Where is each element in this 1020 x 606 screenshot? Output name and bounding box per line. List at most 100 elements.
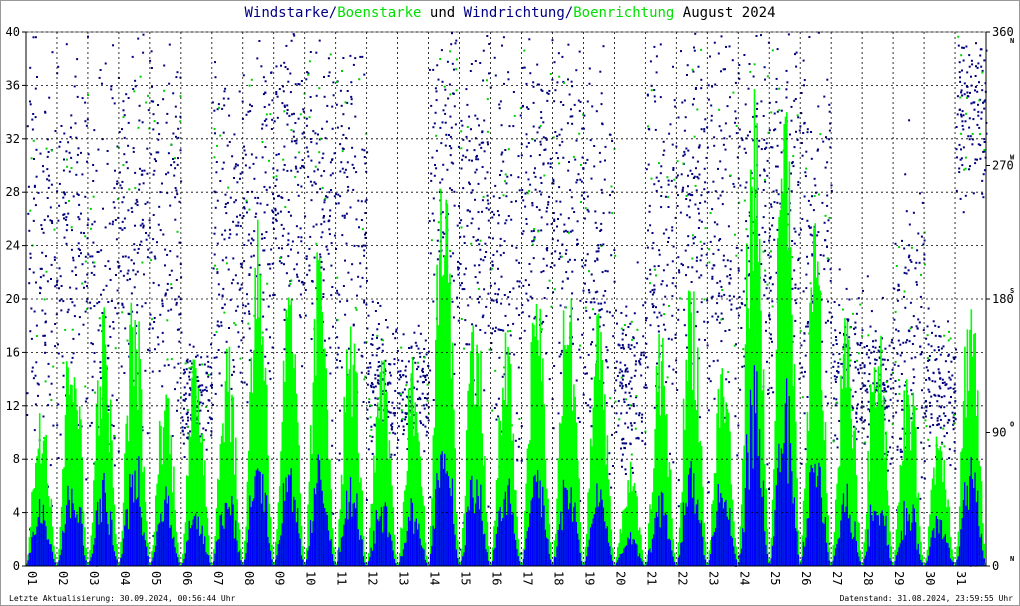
gust-direction-point	[455, 68, 458, 71]
wind-direction-point	[956, 113, 959, 116]
wind-direction-point	[938, 395, 941, 398]
wind-direction-point	[857, 430, 860, 433]
wind-direction-point	[429, 252, 432, 255]
wind-direction-point	[645, 317, 648, 320]
wind-direction-point	[64, 201, 67, 204]
wind-direction-point	[687, 174, 689, 177]
wind-direction-point	[667, 206, 670, 208]
wind-direction-point	[426, 416, 429, 419]
wind-direction-point	[604, 269, 607, 272]
wind-direction-point	[553, 365, 556, 367]
wind-direction-point	[732, 182, 735, 185]
wind-direction-point	[174, 388, 176, 391]
wind-direction-point	[318, 161, 321, 164]
wind-direction-point	[640, 354, 643, 357]
gust-direction-point	[618, 418, 621, 421]
wind-direction-point	[767, 392, 769, 395]
wind-direction-point	[862, 427, 865, 430]
wind-direction-point	[237, 221, 240, 224]
gust-direction-point	[526, 192, 529, 195]
wind-direction-point	[677, 479, 680, 482]
wind-direction-point	[475, 168, 478, 171]
wind-direction-point	[965, 45, 968, 48]
wind-direction-point	[218, 372, 221, 375]
wind-direction-point	[622, 437, 625, 440]
wind-direction-point	[743, 147, 746, 150]
wind-direction-point	[939, 387, 942, 390]
wind-direction-point	[71, 356, 74, 359]
wind-direction-point	[189, 430, 192, 433]
wind-direction-point	[766, 360, 768, 363]
wind-direction-point	[711, 277, 714, 280]
wind-direction-point	[142, 226, 145, 229]
wind-direction-point	[500, 329, 503, 331]
wind-direction-point	[156, 122, 159, 125]
wind-direction-point	[903, 271, 906, 274]
wind-direction-point	[214, 132, 216, 135]
wind-direction-point	[629, 322, 632, 325]
gust-direction-point	[151, 318, 153, 321]
wind-direction-point	[329, 372, 332, 375]
wind-direction-point	[811, 195, 813, 198]
wind-direction-point	[359, 262, 362, 265]
wind-direction-point	[711, 208, 714, 211]
gust-direction-point	[567, 231, 570, 234]
wind-direction-point	[400, 420, 403, 423]
wind-direction-point	[958, 108, 961, 111]
wind-direction-point	[386, 326, 389, 329]
wind-direction-point	[908, 223, 911, 226]
gust-direction-point	[381, 339, 384, 342]
wind-direction-point	[301, 159, 304, 161]
wind-direction-point	[151, 85, 153, 88]
wind-direction-point	[432, 68, 435, 71]
wind-direction-point	[346, 299, 349, 302]
wind-direction-point	[728, 274, 731, 276]
wind-direction-point	[288, 284, 291, 287]
wind-direction-point	[525, 82, 528, 85]
gust-direction-point	[298, 151, 301, 154]
wind-direction-point	[70, 126, 72, 129]
wind-direction-point	[231, 373, 233, 376]
wind-direction-point	[932, 320, 935, 323]
wind-direction-point	[203, 363, 206, 366]
wind-direction-point	[484, 242, 487, 245]
gust-direction-point	[584, 306, 587, 309]
wind-direction-point	[677, 308, 680, 311]
wind-direction-point	[619, 368, 622, 371]
wind-direction-point	[333, 152, 336, 155]
wind-direction-point	[284, 66, 287, 68]
wind-direction-point	[930, 395, 933, 398]
wind-direction-point	[92, 164, 95, 166]
gust-direction-point	[540, 328, 543, 331]
wind-direction-point	[410, 345, 413, 348]
wind-direction-point	[811, 234, 814, 237]
gust-direction-point	[548, 279, 551, 282]
wind-direction-point	[330, 189, 332, 191]
wind-direction-point	[827, 319, 829, 322]
wind-direction-point	[671, 314, 674, 317]
wind-direction-point	[452, 316, 455, 319]
gust-direction-point	[978, 99, 981, 102]
wind-direction-point	[121, 128, 123, 131]
wind-direction-point	[685, 147, 688, 150]
wind-direction-point	[89, 424, 92, 427]
wind-direction-point	[968, 138, 971, 141]
wind-direction-point	[436, 258, 439, 261]
wind-direction-point	[584, 162, 587, 165]
wind-direction-point	[594, 260, 597, 263]
wind-direction-point	[127, 256, 130, 259]
wind-direction-point	[287, 80, 290, 83]
wind-direction-point	[249, 266, 252, 269]
wind-direction-point	[802, 132, 805, 134]
wind-direction-point	[769, 255, 772, 258]
wind-direction-point	[630, 428, 633, 431]
wind-direction-point	[156, 241, 158, 244]
wind-direction-point	[290, 140, 293, 143]
gust-direction-point	[708, 248, 711, 251]
wind-direction-point	[430, 172, 433, 175]
wind-direction-point	[578, 50, 581, 53]
wind-direction-point	[67, 141, 70, 144]
wind-direction-point	[681, 101, 684, 104]
wind-direction-point	[641, 439, 644, 442]
wind-direction-point	[137, 37, 140, 40]
